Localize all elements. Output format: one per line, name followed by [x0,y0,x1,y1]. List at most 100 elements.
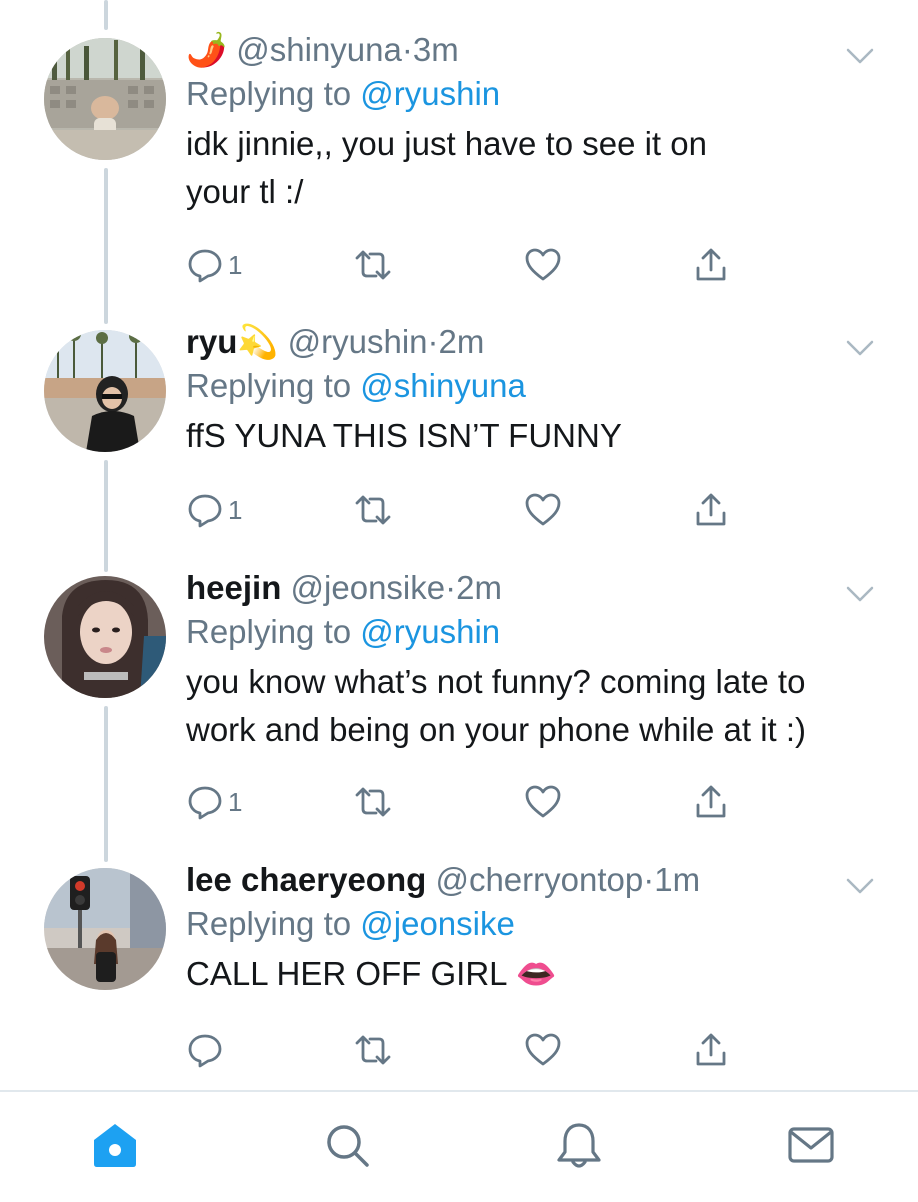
share-icon [696,785,726,818]
replying-to-label: Replying to [186,75,361,112]
tweet-header: ryu💫 @ryushin·2m [186,322,878,362]
reply-button[interactable] [186,1030,228,1070]
avatar-jeonsike[interactable] [44,576,166,698]
retweet-button[interactable] [354,490,392,530]
reply-icon [188,494,222,528]
reply-icon [188,786,222,820]
tweet-actions: 1 [186,245,746,285]
reply-count: 1 [228,786,243,817]
mention-link[interactable]: @ryushin [360,613,500,650]
messages-icon [788,1127,834,1163]
share-icon [696,1033,726,1066]
tweet-actions: 1 [186,490,746,530]
mention-link[interactable]: @jeonsike [360,905,515,942]
share-button[interactable] [692,1030,730,1070]
display-name[interactable]: heejin [186,569,281,606]
tweet-actions: 1 [186,782,746,822]
replying-to: Replying to @ryushin [186,612,878,652]
share-button[interactable] [692,490,730,530]
share-button[interactable] [692,782,730,822]
tab-notifications[interactable] [554,1120,604,1170]
avatar-shinyuna[interactable] [44,38,166,160]
retweet-button[interactable] [354,245,392,285]
separator-dot: · [445,569,457,606]
tweet-header: 🌶️ @shinyuna·3m [186,30,878,70]
tweet-text: idk jinnie,, you just have to see it on … [186,120,878,216]
reply-button[interactable]: 1 [186,245,242,285]
name-emoji: 🌶️ [186,31,228,68]
heart-icon [525,493,561,526]
tweet-text-line: ffS YUNA THIS ISN’T FUNNY [186,417,622,454]
thread-line [104,460,108,572]
timestamp[interactable]: 2m [439,323,485,360]
timestamp[interactable]: 3m [413,31,459,68]
thread-line [104,168,108,324]
like-button[interactable] [524,490,562,530]
retweet-button[interactable] [354,782,392,822]
heart-icon [525,248,561,281]
chevron-down-icon[interactable] [842,868,878,904]
avatar-image [44,38,166,160]
reply-count: 1 [228,494,243,525]
replying-to-label: Replying to [186,367,361,404]
chevron-down-icon[interactable] [842,576,878,612]
avatar-ryushin[interactable] [44,330,166,452]
tweet-text: ffS YUNA THIS ISN’T FUNNY [186,412,878,460]
tab-search[interactable] [322,1120,372,1170]
retweet-icon [355,787,391,817]
retweet-button[interactable] [354,1030,392,1070]
avatar-cherryontop[interactable] [44,868,166,990]
reply-icon [188,249,222,283]
user-handle[interactable]: @shinyuna [236,31,402,68]
reply-button[interactable]: 1 [186,782,242,822]
like-button[interactable] [524,782,562,822]
user-handle[interactable]: @cherryontop [435,861,643,898]
tweet-text-line: idk jinnie,, you just have to see it on [186,125,707,162]
name-emoji: 💫 [237,323,279,360]
mention-link[interactable]: @shinyuna [360,367,526,404]
thread-line [104,0,108,30]
replying-to: Replying to @shinyuna [186,366,878,406]
tweet-text: CALL HER OFF GIRL 👄 [186,950,878,998]
chevron-down-icon[interactable] [842,38,878,74]
replying-to: Replying to @jeonsike [186,904,878,944]
retweet-icon [355,1035,391,1065]
replying-to-label: Replying to [186,905,361,942]
share-icon [696,248,726,281]
display-name[interactable]: lee chaeryeong [186,861,426,898]
home-icon [94,1124,136,1167]
tweet-text-line: you know what’s not funny? coming late t… [186,663,806,700]
display-name[interactable]: ryu [186,323,237,360]
tweet-text-line: CALL HER OFF GIRL 👄 [186,955,557,992]
reply-count: 1 [228,249,243,280]
replying-to: Replying to @ryushin [186,74,878,114]
share-button[interactable] [692,245,730,285]
avatar-image [44,330,166,452]
tweet-header: lee chaeryeong @cherryontop·1m [186,860,878,900]
retweet-icon [355,250,391,280]
tweet-text: you know what’s not funny? coming late t… [186,658,878,754]
avatar-image [44,868,166,990]
timestamp[interactable]: 2m [456,569,502,606]
tweet-text-line: your tl :/ [186,173,304,210]
separator-dot: · [401,31,413,68]
tab-messages[interactable] [786,1120,836,1170]
tweet-header: heejin @jeonsike·2m [186,568,878,608]
chevron-down-icon[interactable] [842,330,878,366]
thread-line [104,706,108,862]
reply-icon [188,1034,222,1068]
avatar-image [44,576,166,698]
mention-link[interactable]: @ryushin [360,75,500,112]
retweet-icon [355,495,391,525]
replying-to-label: Replying to [186,613,361,650]
heart-icon [525,785,561,818]
tab-home[interactable] [90,1120,140,1170]
reply-button[interactable]: 1 [186,490,242,530]
timestamp[interactable]: 1m [654,861,700,898]
user-handle[interactable]: @jeonsike [291,569,446,606]
tweet-actions [186,1030,746,1070]
user-handle[interactable]: @ryushin [288,323,428,360]
like-button[interactable] [524,1030,562,1070]
like-button[interactable] [524,245,562,285]
separator-dot: · [643,861,655,898]
